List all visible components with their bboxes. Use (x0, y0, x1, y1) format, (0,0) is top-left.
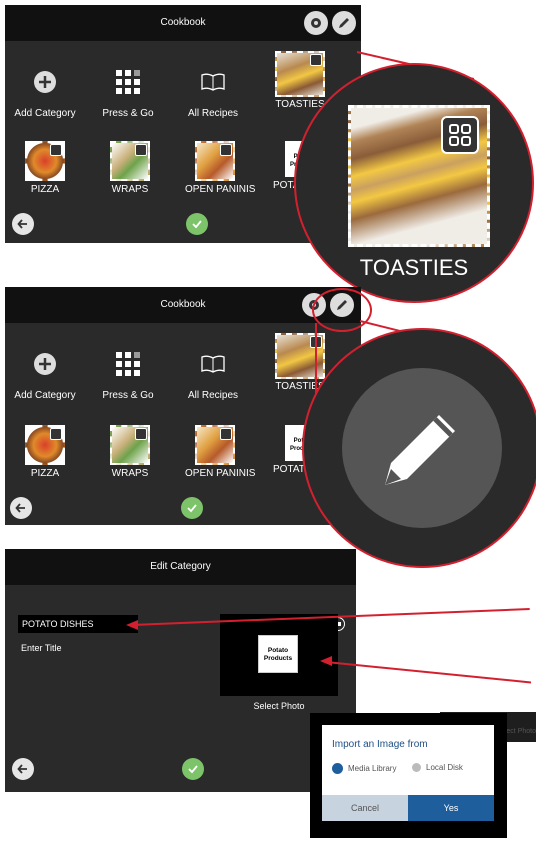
grid-badge-icon (310, 54, 322, 66)
press-and-go-tile[interactable]: Press & Go (88, 344, 168, 401)
open-paninis-tile[interactable]: OPEN PANINIS (185, 425, 256, 479)
category-name-input[interactable]: POTATO DISHES (18, 615, 138, 633)
tile-label: WRAPS (111, 468, 149, 479)
toasties-zoom-label: TOASTIES (359, 255, 469, 280)
annotation-arrowhead (320, 656, 332, 666)
tile-label: Add Category (14, 108, 76, 119)
back-arrow-button[interactable] (12, 758, 34, 780)
category-name-value: POTATO DISHES (22, 619, 94, 629)
cookbook-screen-2: Cookbook Add Category Press & Go All Rec… (5, 287, 361, 525)
tile-label: Press & Go (102, 390, 154, 401)
plus-circle-icon (25, 344, 65, 384)
confirm-check-button[interactable] (186, 213, 208, 235)
yes-label: Yes (443, 803, 459, 813)
annotation-arrowhead (126, 620, 138, 630)
grid-badge-icon (50, 428, 62, 440)
dialog-title: Import an Image from (332, 739, 428, 750)
pencil-zoom-icon (342, 368, 502, 528)
radio-selected-icon (332, 763, 343, 774)
tile-label: OPEN PANINIS (185, 184, 256, 195)
tile-label: Add Category (14, 390, 76, 401)
wraps-thumbnail (110, 425, 150, 465)
screen-title: Cookbook (160, 299, 206, 310)
pencil-highlight-ring (312, 288, 372, 332)
edit-pencil-button[interactable] (332, 11, 356, 35)
open-paninis-tile[interactable]: OPEN PANINIS (185, 141, 256, 195)
pizza-tile[interactable]: PIZZA (15, 425, 75, 479)
tile-label: WRAPS (111, 184, 149, 195)
enter-title-label: Enter Title (21, 643, 62, 653)
local-disk-radio[interactable]: Local Disk (412, 763, 463, 772)
select-photo-label: Select Photo (253, 701, 305, 711)
confirm-check-button[interactable] (181, 497, 203, 519)
toasties-zoom-image (348, 105, 490, 247)
screen-title: Cookbook (160, 17, 206, 28)
pencil-zoom-callout (302, 328, 536, 568)
grid-badge-icon (135, 144, 147, 156)
grid-icon (108, 344, 148, 384)
plus-circle-icon (25, 62, 65, 102)
book-icon (193, 344, 233, 384)
pizza-tile[interactable]: PIZZA (15, 141, 75, 195)
potato-text: Potato (267, 647, 289, 654)
tile-label: Press & Go (102, 108, 154, 119)
sandwich-thumbnail (275, 51, 325, 97)
grid-badge-icon (50, 144, 62, 156)
radio-unselected-icon (412, 763, 421, 772)
all-recipes-tile[interactable]: All Recipes (173, 62, 253, 119)
tile-label: TOASTIES (275, 99, 325, 110)
tile-label: OPEN PANINIS (185, 468, 256, 479)
add-category-tile[interactable]: Add Category (5, 62, 85, 119)
tile-label: PIZZA (30, 468, 60, 479)
media-library-label: Media Library (348, 764, 397, 773)
wraps-tile[interactable]: WRAPS (100, 425, 160, 479)
annotation-arrow (325, 661, 532, 684)
settings-gear-icon[interactable] (304, 11, 328, 35)
book-icon (193, 62, 233, 102)
yes-button[interactable]: Yes (408, 795, 494, 821)
grid-badge-icon (220, 428, 232, 440)
screen-title: Edit Category (150, 561, 211, 572)
local-disk-label: Local Disk (426, 763, 463, 772)
cancel-button[interactable]: Cancel (322, 795, 408, 821)
grid-badge-icon (135, 428, 147, 440)
confirm-check-button[interactable] (182, 758, 204, 780)
sandwich-thumbnail (275, 333, 325, 379)
grid-badge-icon (441, 116, 479, 154)
add-category-tile[interactable]: Add Category (5, 344, 85, 401)
photo-selector[interactable]: Potato Products (220, 614, 338, 696)
paninis-thumbnail (195, 425, 235, 465)
toasties-zoom-callout: TOASTIES (294, 63, 534, 303)
back-arrow-button[interactable] (10, 497, 32, 519)
grid-icon (108, 62, 148, 102)
tile-label: PIZZA (30, 184, 60, 195)
pizza-thumbnail (25, 141, 65, 181)
products-text: Products (263, 655, 293, 662)
wraps-thumbnail (110, 141, 150, 181)
wraps-tile[interactable]: WRAPS (100, 141, 160, 195)
potato-products-photo: Potato Products (258, 635, 298, 673)
import-image-dialog-frame: Import an Image from Media Library Local… (310, 713, 507, 838)
edit-category-screen: Edit Category POTATO DISHES Enter Title … (5, 549, 356, 792)
paninis-thumbnail (195, 141, 235, 181)
media-library-radio[interactable]: Media Library (332, 763, 396, 774)
pizza-thumbnail (25, 425, 65, 465)
import-image-dialog: Import an Image from Media Library Local… (322, 725, 494, 821)
grid-badge-icon (220, 144, 232, 156)
cancel-label: Cancel (350, 803, 379, 813)
tile-label: All Recipes (187, 108, 239, 119)
title-bar: Edit Category (5, 549, 356, 585)
tile-label: All Recipes (187, 390, 239, 401)
back-arrow-button[interactable] (12, 213, 34, 235)
press-and-go-tile[interactable]: Press & Go (88, 62, 168, 119)
all-recipes-tile[interactable]: All Recipes (173, 344, 253, 401)
